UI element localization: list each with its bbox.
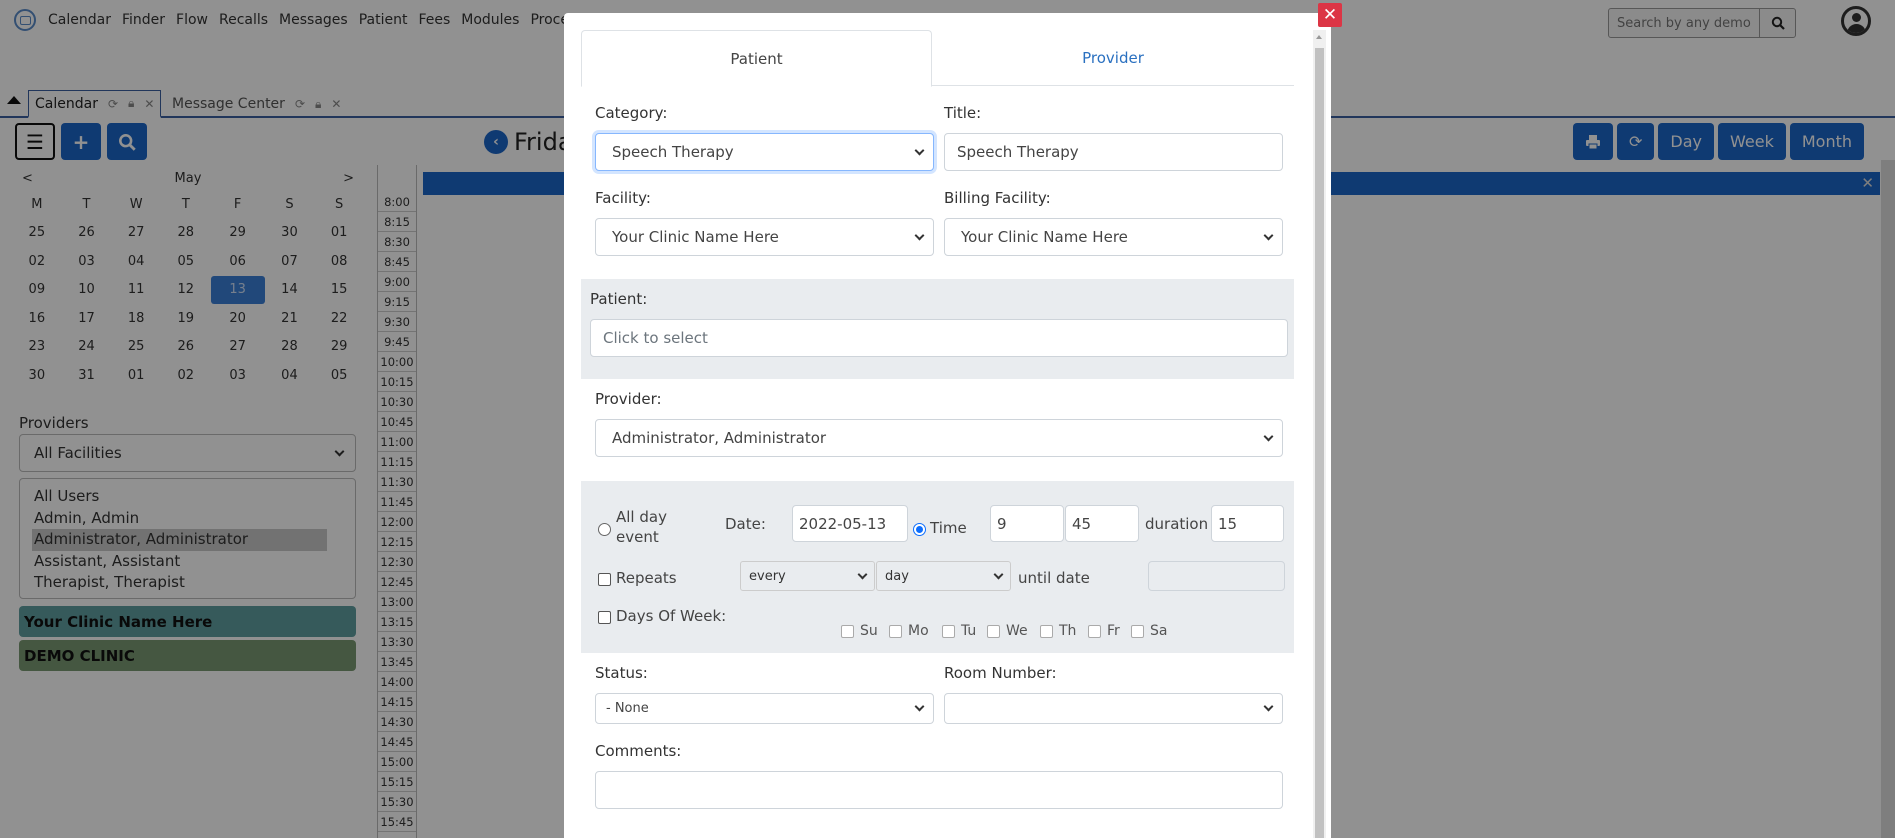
weekday-checkbox[interactable]	[987, 624, 1000, 638]
tab-patient[interactable]: Patient	[581, 30, 932, 87]
status-label: Status:	[595, 664, 648, 682]
weekday-checkbox[interactable]	[1088, 624, 1101, 638]
all-day-label: All day event	[616, 508, 667, 546]
weekday-option-su[interactable]: Su	[841, 623, 878, 639]
chevron-down-icon	[1263, 230, 1274, 240]
date-label: Date:	[725, 515, 766, 533]
duration-input[interactable]: 15	[1211, 505, 1284, 542]
repeat-unit-select[interactable]: day	[876, 561, 1011, 591]
close-icon: ✕	[1322, 5, 1338, 25]
scrollbar-thumb[interactable]	[1315, 48, 1324, 838]
billing-facility-value: Your Clinic Name Here	[961, 228, 1128, 246]
until-date-input[interactable]	[1148, 561, 1285, 591]
weekday-option-sa[interactable]: Sa	[1131, 623, 1167, 639]
patient-label: Patient:	[590, 290, 648, 308]
dialog-scrollbar[interactable]	[1313, 30, 1326, 838]
time-radio[interactable]	[913, 523, 926, 536]
chevron-down-icon	[857, 569, 868, 579]
time-label: Time	[930, 519, 967, 537]
facility-label: Facility:	[595, 189, 651, 207]
appointment-dialog: Patient Provider Category: Speech Therap…	[564, 13, 1331, 838]
facility-value: Your Clinic Name Here	[612, 228, 779, 246]
weekday-checkbox[interactable]	[1131, 624, 1144, 638]
patient-placeholder: Click to select	[603, 329, 708, 347]
dialog-close-button[interactable]: ✕	[1318, 3, 1342, 27]
provider-value: Administrator, Administrator	[612, 429, 827, 447]
chevron-down-icon	[1263, 431, 1274, 441]
repeats-checkbox[interactable]	[598, 573, 611, 586]
status-select[interactable]: - None	[595, 693, 934, 724]
weekday-checkbox[interactable]	[889, 624, 902, 638]
provider-label: Provider:	[595, 390, 662, 408]
comments-input[interactable]	[595, 771, 1283, 809]
until-date-label: until date	[1018, 569, 1090, 587]
weekday-option-we[interactable]: We	[987, 623, 1028, 639]
patient-select-input[interactable]: Click to select	[590, 319, 1288, 357]
dialog-tabs: Patient Provider	[581, 30, 1294, 87]
days-of-week-label: Days Of Week:	[616, 607, 727, 625]
weekday-checkbox[interactable]	[841, 624, 854, 638]
title-input[interactable]: Speech Therapy	[944, 133, 1283, 171]
tab-provider[interactable]: Provider	[932, 30, 1294, 86]
provider-select[interactable]: Administrator, Administrator	[595, 419, 1283, 457]
chevron-down-icon	[914, 701, 925, 712]
weekday-option-mo[interactable]: Mo	[889, 623, 929, 639]
billing-facility-label: Billing Facility:	[944, 189, 1051, 207]
category-value: Speech Therapy	[612, 143, 734, 161]
facility-select[interactable]: Your Clinic Name Here	[595, 218, 934, 256]
days-of-week-checkbox[interactable]	[598, 611, 611, 624]
weekday-option-th[interactable]: Th	[1040, 623, 1076, 639]
chevron-down-icon	[914, 145, 925, 155]
status-value: - None	[606, 701, 649, 716]
chevron-down-icon	[1263, 701, 1274, 712]
chevron-down-icon	[993, 569, 1004, 579]
category-label: Category:	[595, 104, 668, 122]
all-day-radio[interactable]	[598, 523, 611, 536]
hour-input[interactable]: 9	[990, 505, 1064, 542]
title-label: Title:	[944, 104, 982, 122]
chevron-down-icon	[914, 230, 925, 240]
date-input[interactable]: 2022-05-13	[792, 505, 908, 542]
title-value: Speech Therapy	[957, 143, 1079, 161]
billing-facility-select[interactable]: Your Clinic Name Here	[944, 218, 1283, 256]
scroll-up-icon[interactable]	[1316, 35, 1322, 39]
weekday-option-fr[interactable]: Fr	[1088, 623, 1120, 639]
weekday-checkbox[interactable]	[1040, 624, 1053, 638]
room-number-select[interactable]	[944, 693, 1283, 724]
duration-label: duration	[1145, 515, 1209, 533]
weekday-checkbox[interactable]	[942, 624, 955, 638]
weekday-option-tu[interactable]: Tu	[942, 623, 976, 639]
repeat-frequency-select[interactable]: every	[740, 561, 875, 591]
room-number-label: Room Number:	[944, 664, 1057, 682]
comments-label: Comments:	[595, 742, 682, 760]
category-select[interactable]: Speech Therapy	[595, 133, 934, 171]
repeats-label: Repeats	[616, 569, 677, 587]
minute-input[interactable]: 45	[1065, 505, 1139, 542]
